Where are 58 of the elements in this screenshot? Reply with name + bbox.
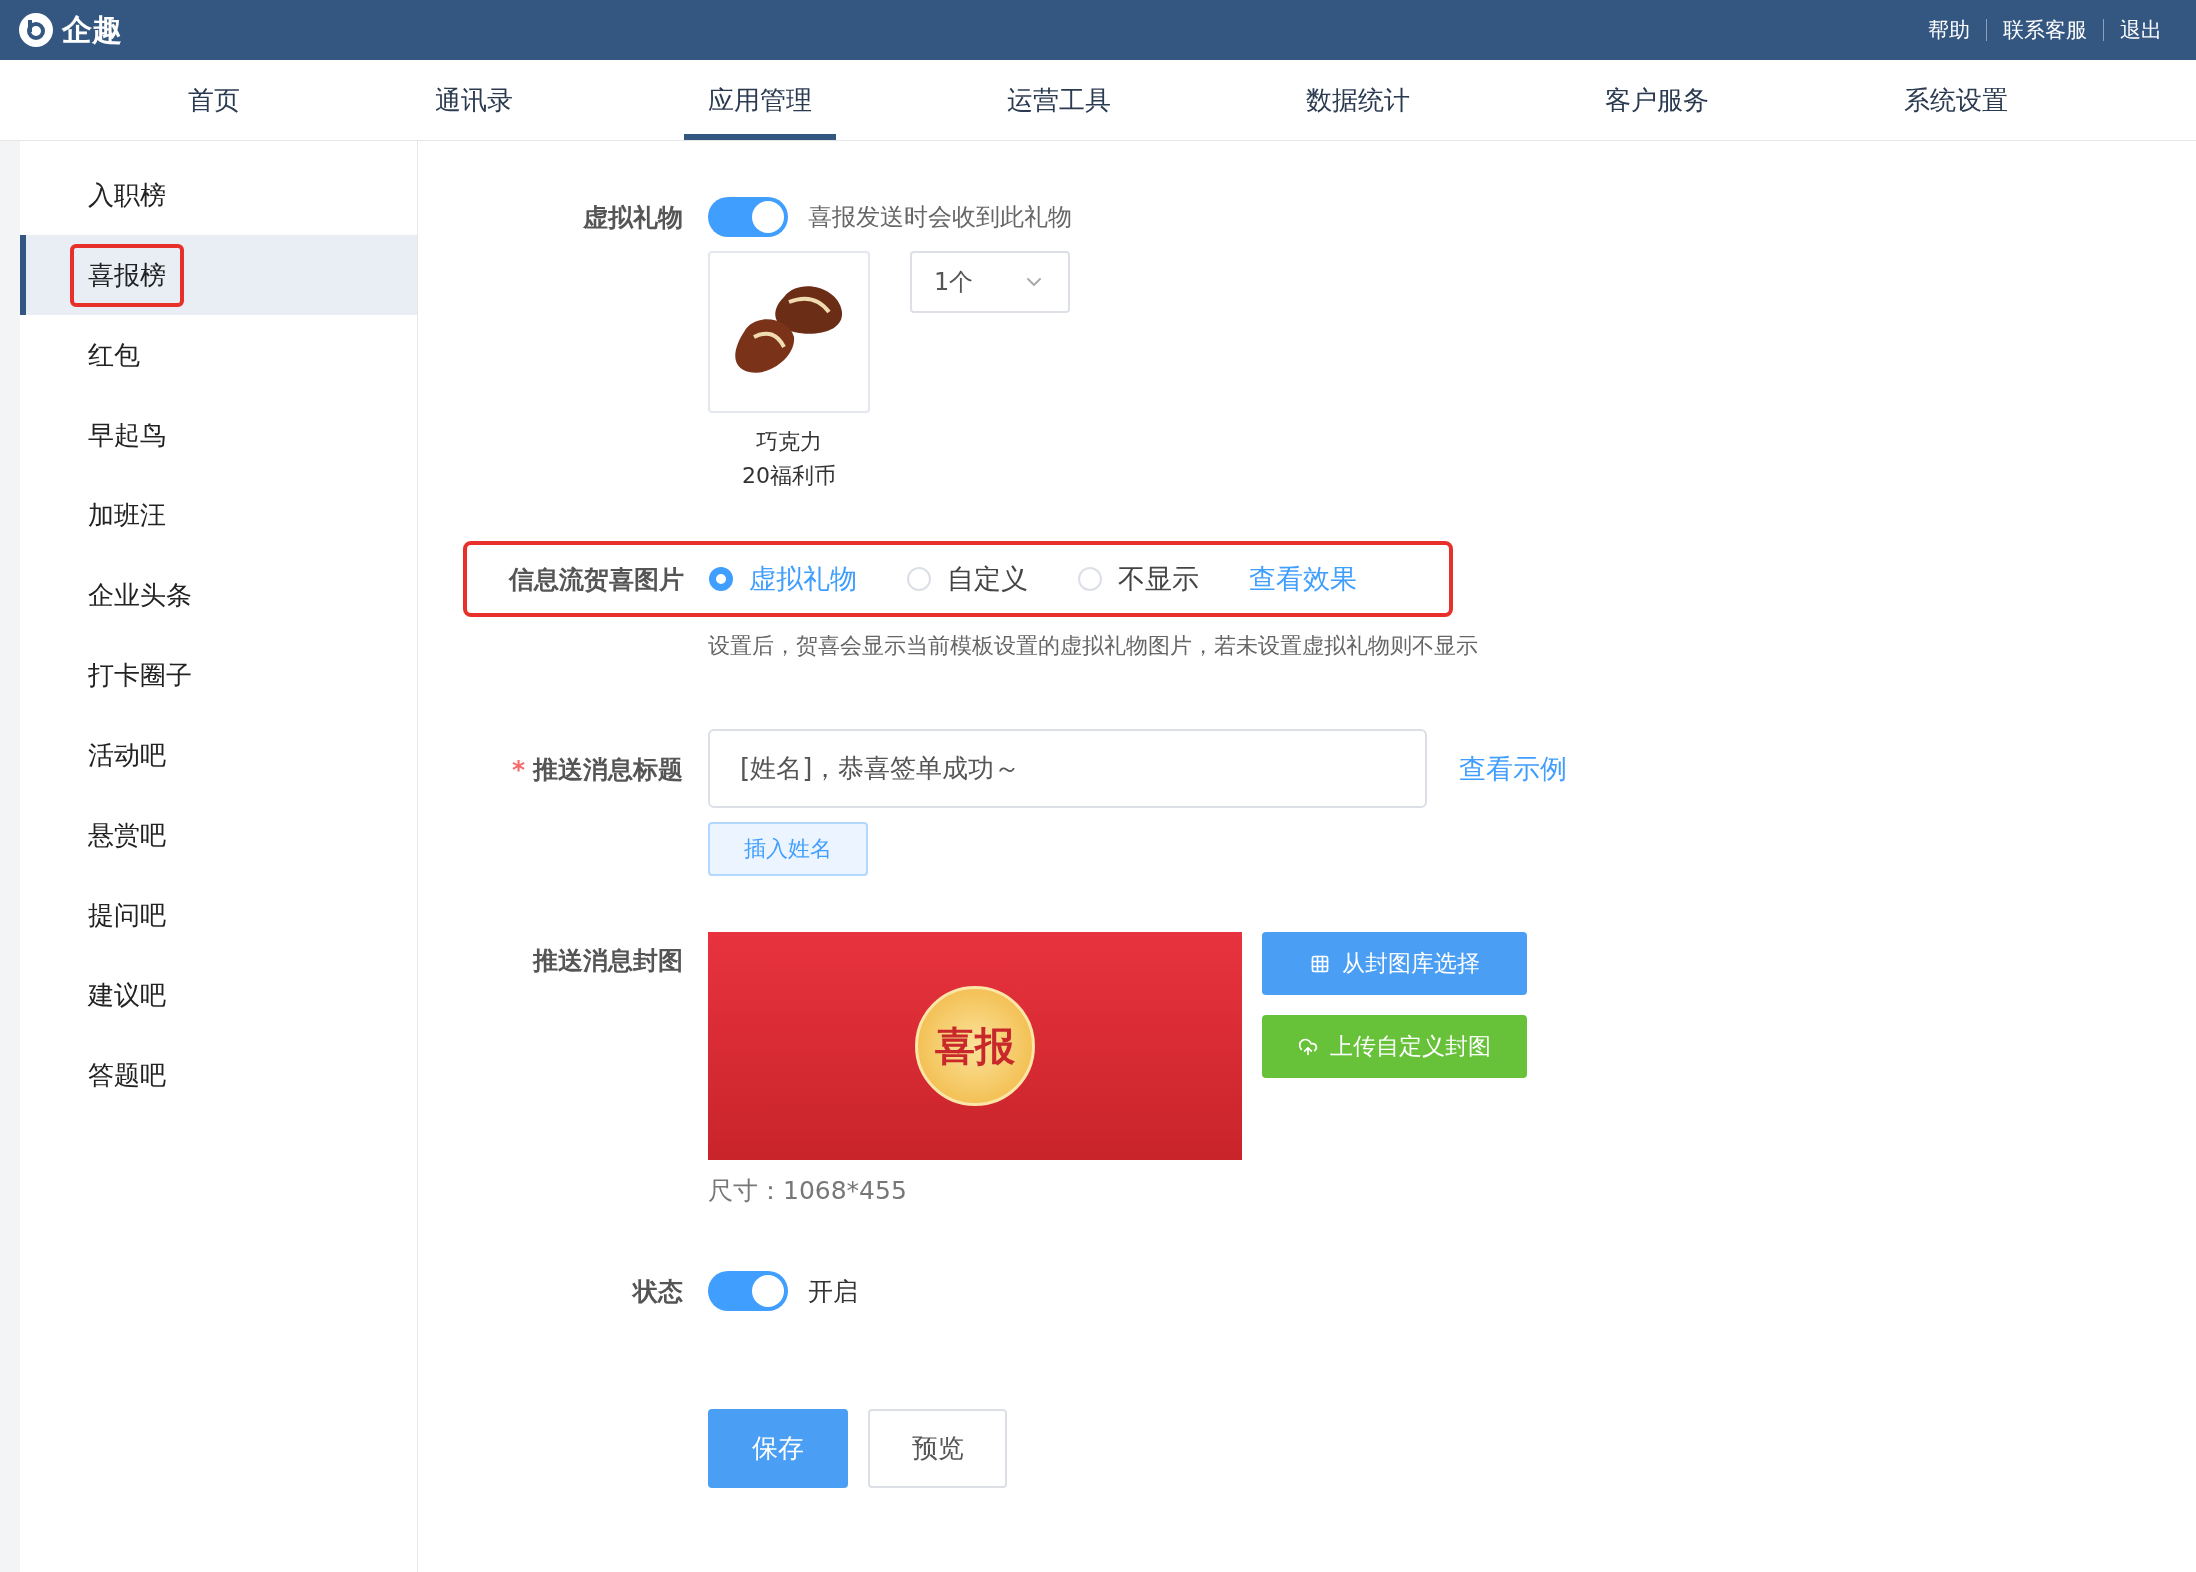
required-mark: * xyxy=(511,755,525,784)
field-label: 信息流贺喜图片 xyxy=(507,563,684,596)
highlighted-label: 喜报榜 xyxy=(70,243,184,307)
toggle-switch[interactable] xyxy=(708,197,788,237)
sidebar-item[interactable]: 入职榜 xyxy=(20,155,417,235)
item-label: 入职榜 xyxy=(87,178,167,212)
item-label: 打卡圈子 xyxy=(87,658,193,692)
item-label: 活动吧 xyxy=(87,738,167,772)
sidebar-item[interactable]: 加班汪 xyxy=(20,475,417,555)
item-label: 答题吧 xyxy=(87,1058,167,1092)
quantity-select[interactable]: 1个 xyxy=(910,251,1070,313)
gift-name: 巧克力 xyxy=(756,428,822,456)
nav-tab[interactable]: 数据统计 xyxy=(1282,60,1435,140)
item-label: 建议吧 xyxy=(87,978,167,1012)
grid-icon xyxy=(1309,953,1330,974)
logo-text: 企趣 xyxy=(62,10,122,49)
sidebar-item[interactable]: 早起鸟 xyxy=(20,395,417,475)
header-link[interactable]: 退出 xyxy=(2103,19,2178,41)
item-label: 早起鸟 xyxy=(87,418,167,452)
nav-tab[interactable]: 运营工具 xyxy=(983,60,1135,140)
item-label: 加班汪 xyxy=(87,498,167,532)
sidebar-item[interactable]: 悬赏吧 xyxy=(20,795,417,875)
item-label: 悬赏吧 xyxy=(87,818,167,852)
sidebar-item[interactable]: 提问吧 xyxy=(20,875,417,955)
sidebar-item[interactable]: 建议吧 xyxy=(20,955,417,1035)
hint-text: 喜报发送时会收到此礼物 xyxy=(808,202,1072,233)
logo-icon xyxy=(18,12,54,48)
toggle-switch[interactable] xyxy=(708,1271,788,1311)
header-link[interactable]: 联系客服 xyxy=(1986,19,2103,41)
size-text: 尺寸：1068*455 xyxy=(708,1175,908,1207)
item-label: 企业头条 xyxy=(87,578,193,612)
title-input[interactable]: [姓名]，恭喜签单成功～ xyxy=(708,729,1427,808)
nav-tab[interactable]: 通讯录 xyxy=(410,60,537,140)
sidebar-item[interactable]: 喜报榜 xyxy=(20,235,417,315)
upload-icon xyxy=(1298,1036,1318,1057)
cover-badge: 喜报 xyxy=(915,986,1035,1106)
nav-tab[interactable]: 首页 xyxy=(163,60,264,140)
sidebar-item[interactable]: 答题吧 xyxy=(20,1035,417,1115)
nav-tab[interactable]: 客户服务 xyxy=(1581,60,1734,140)
header-link[interactable]: 帮助 xyxy=(1912,19,1986,41)
field-label: 推送消息标题 xyxy=(533,755,683,784)
status-text: 开启 xyxy=(808,1275,858,1308)
radio-option[interactable]: 自定义 xyxy=(907,561,1028,597)
hint-text: 设置后，贺喜会显示当前模板设置的虚拟礼物图片，若未设置虚拟礼物则不显示 xyxy=(708,633,1478,658)
sidebar-item[interactable]: 活动吧 xyxy=(20,715,417,795)
sidebar-item[interactable]: 红包 xyxy=(20,315,417,395)
item-label: 提问吧 xyxy=(87,898,167,932)
gift-card[interactable] xyxy=(708,251,870,413)
field-label: 虚拟礼物 xyxy=(583,203,683,232)
sidebar-item[interactable]: 打卡圈子 xyxy=(20,635,417,715)
item-label: 红包 xyxy=(87,338,141,372)
radio-option[interactable]: 不显示 xyxy=(1078,561,1199,597)
sidebar-item[interactable]: 企业头条 xyxy=(20,555,417,635)
field-label: 状态 xyxy=(633,1276,683,1306)
field-label: 推送消息封图 xyxy=(533,946,683,975)
preview-button[interactable]: 预览 xyxy=(868,1409,1007,1488)
nav-tab[interactable]: 系统设置 xyxy=(1880,60,2033,140)
gift-price: 20福利币 xyxy=(742,462,836,490)
